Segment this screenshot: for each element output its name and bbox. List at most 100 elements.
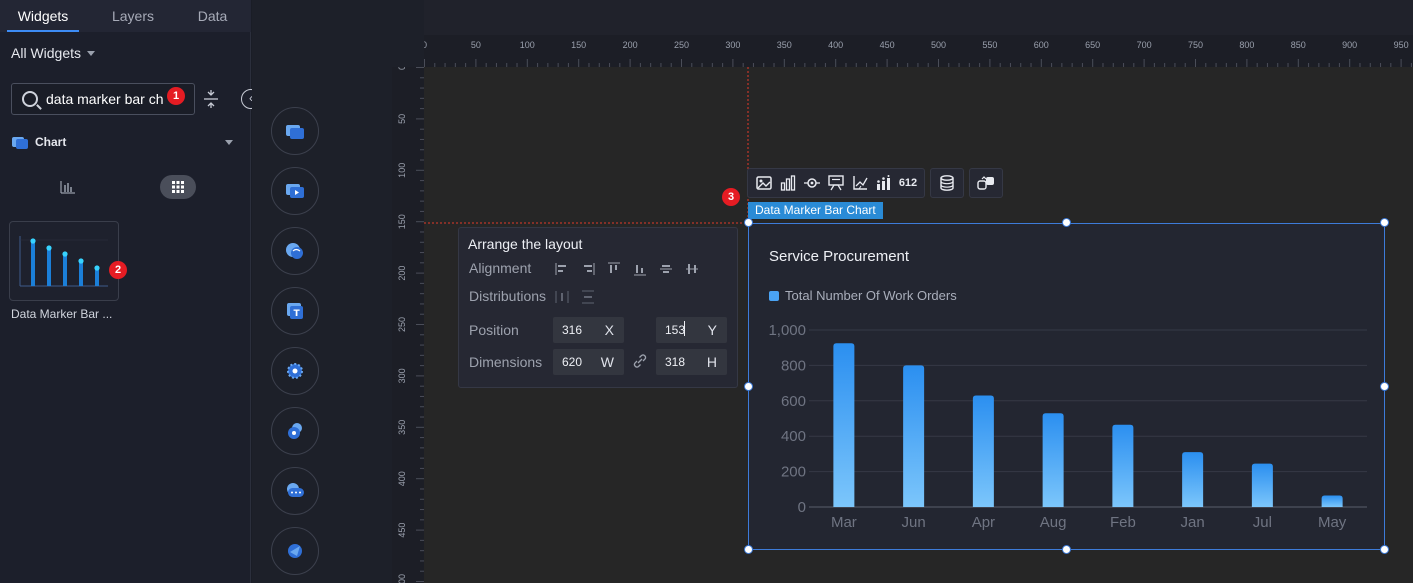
data-marker-bar-thumbnail-icon xyxy=(19,236,108,287)
chart-category-icon xyxy=(12,137,28,149)
globe-icon xyxy=(286,243,303,259)
bar-chart-plot: 1,000 800 600 400 200 0 Mar Jun Apr Aug Feb Jan Jul M… xyxy=(768,322,1367,531)
resize-handle-top[interactable] xyxy=(1062,218,1071,227)
width-value: 620 xyxy=(562,355,583,369)
x-tick-label: Feb xyxy=(1110,514,1136,531)
resize-handle-bottom[interactable] xyxy=(1062,545,1071,554)
gear-icon xyxy=(287,363,303,379)
ruler-top-label: 850 xyxy=(1291,40,1306,50)
resize-handle-top-left[interactable] xyxy=(744,218,753,227)
resize-handle-bottom-left[interactable] xyxy=(744,545,753,554)
tab-layers[interactable]: Layers xyxy=(98,0,168,32)
filter-label: All Widgets xyxy=(11,45,82,61)
align-top-icon[interactable] xyxy=(606,261,622,277)
grid-view-toggle[interactable] xyxy=(160,175,196,199)
ruler-top-label: 100 xyxy=(520,40,535,50)
data-source-group xyxy=(930,168,964,198)
ruler-left-label: 100 xyxy=(397,163,407,178)
widget-card-label: Data Marker Bar ... xyxy=(11,307,113,321)
ruler-top-label: 300 xyxy=(725,40,740,50)
chart-bar xyxy=(903,365,925,507)
layer-tool-button[interactable] xyxy=(271,107,319,155)
align-middle-icon[interactable] xyxy=(658,261,674,277)
ruler-top-label: 50 xyxy=(471,40,481,50)
map-tool-button[interactable] xyxy=(271,227,319,275)
bar-list-view-icon[interactable] xyxy=(58,177,78,197)
send-icon xyxy=(288,544,302,558)
widget-toolbar: 612 xyxy=(747,168,1003,198)
ruler-left-label: 500 xyxy=(397,574,407,583)
gauge-tool-button[interactable] xyxy=(271,407,319,455)
width-unit: W xyxy=(600,354,614,370)
link-aspect-icon[interactable] xyxy=(632,353,648,369)
data-marker-bar-chart-widget[interactable] xyxy=(9,221,119,301)
align-center-icon[interactable] xyxy=(684,261,700,277)
x-tick-label: Mar xyxy=(831,514,857,531)
ruler-left-label: 200 xyxy=(397,266,407,281)
image-icon[interactable] xyxy=(753,172,775,194)
text-icon: T xyxy=(287,303,303,319)
ruler-top-label: 0 xyxy=(424,40,427,50)
x-tick-label: Jul xyxy=(1253,514,1272,531)
gauge-icon xyxy=(288,423,302,439)
distribute-vertical-icon[interactable] xyxy=(580,289,596,305)
tab-data[interactable]: Data xyxy=(185,0,240,32)
distribution-buttons xyxy=(554,289,596,305)
chart-bar xyxy=(1112,424,1134,507)
settings-tool-button[interactable] xyxy=(271,347,319,395)
more-tool-button[interactable] xyxy=(271,467,319,515)
vertical-ruler: 0 50 100 150 200 250 300 350 400 450 500 xyxy=(392,67,424,583)
position-label: Position xyxy=(469,322,519,338)
interaction-group xyxy=(969,168,1003,198)
ruler-left-label: 300 xyxy=(397,368,407,383)
visibility-icon[interactable] xyxy=(801,172,823,194)
link-interaction-icon[interactable] xyxy=(975,172,997,194)
width-input[interactable]: 620 W xyxy=(553,349,624,375)
resize-handle-top-right[interactable] xyxy=(1380,218,1389,227)
ruler-top-label: 800 xyxy=(1239,40,1254,50)
x-tick-label: Jan xyxy=(1181,514,1205,531)
ruler-top-label: 550 xyxy=(982,40,997,50)
ruler-left-label: 50 xyxy=(397,114,407,124)
y-tick-label: 1,000 xyxy=(768,322,806,339)
step-badge-1: 1 xyxy=(167,87,185,105)
chart-bar xyxy=(833,343,855,507)
ruler-left-label: 150 xyxy=(397,214,407,229)
align-bottom-icon[interactable] xyxy=(632,261,648,277)
send-tool-button[interactable] xyxy=(271,527,319,575)
y-tick-label: 200 xyxy=(781,464,806,481)
ruler-top-label: 200 xyxy=(623,40,638,50)
distribute-horizontal-icon[interactable] xyxy=(554,289,570,305)
tab-widgets[interactable]: Widgets xyxy=(7,0,79,32)
align-left-icon[interactable] xyxy=(554,261,570,277)
collapse-expand-icon[interactable] xyxy=(203,90,219,108)
ruler-top-label: 750 xyxy=(1188,40,1203,50)
axis-icon[interactable] xyxy=(849,172,871,194)
position-y-input[interactable]: 153 Y xyxy=(656,317,727,343)
height-input[interactable]: 318 H xyxy=(656,349,727,375)
position-x-input[interactable]: 316 X xyxy=(553,317,624,343)
series-icon[interactable] xyxy=(873,172,895,194)
media-tool-button[interactable] xyxy=(271,167,319,215)
resize-handle-left[interactable] xyxy=(744,382,753,391)
database-icon[interactable] xyxy=(936,172,958,194)
selected-chart-widget[interactable]: Service Procurement Total Number Of Work… xyxy=(748,223,1385,550)
align-right-icon[interactable] xyxy=(580,261,596,277)
ruler-top-label: 450 xyxy=(880,40,895,50)
resize-handle-right[interactable] xyxy=(1380,382,1389,391)
bar-chart-icon[interactable] xyxy=(777,172,799,194)
alignment-label: Alignment xyxy=(469,260,532,276)
widget-library-panel: Widgets Layers Data All Widgets data mar… xyxy=(0,0,261,583)
text-tool-button[interactable]: T xyxy=(271,287,319,335)
widget-filter-dropdown[interactable]: All Widgets xyxy=(11,45,96,61)
data-label-icon[interactable]: 612 xyxy=(897,172,919,194)
search-icon xyxy=(22,91,38,107)
ruler-top-label: 150 xyxy=(571,40,586,50)
category-chart-row[interactable]: Chart xyxy=(11,132,236,152)
ruler-top-label: 600 xyxy=(1034,40,1049,50)
tooltip-icon[interactable] xyxy=(825,172,847,194)
chart-layer-icon xyxy=(286,125,304,139)
x-tick-label: Jun xyxy=(902,514,926,531)
chart-bar xyxy=(1321,495,1343,507)
resize-handle-bottom-right[interactable] xyxy=(1380,545,1389,554)
